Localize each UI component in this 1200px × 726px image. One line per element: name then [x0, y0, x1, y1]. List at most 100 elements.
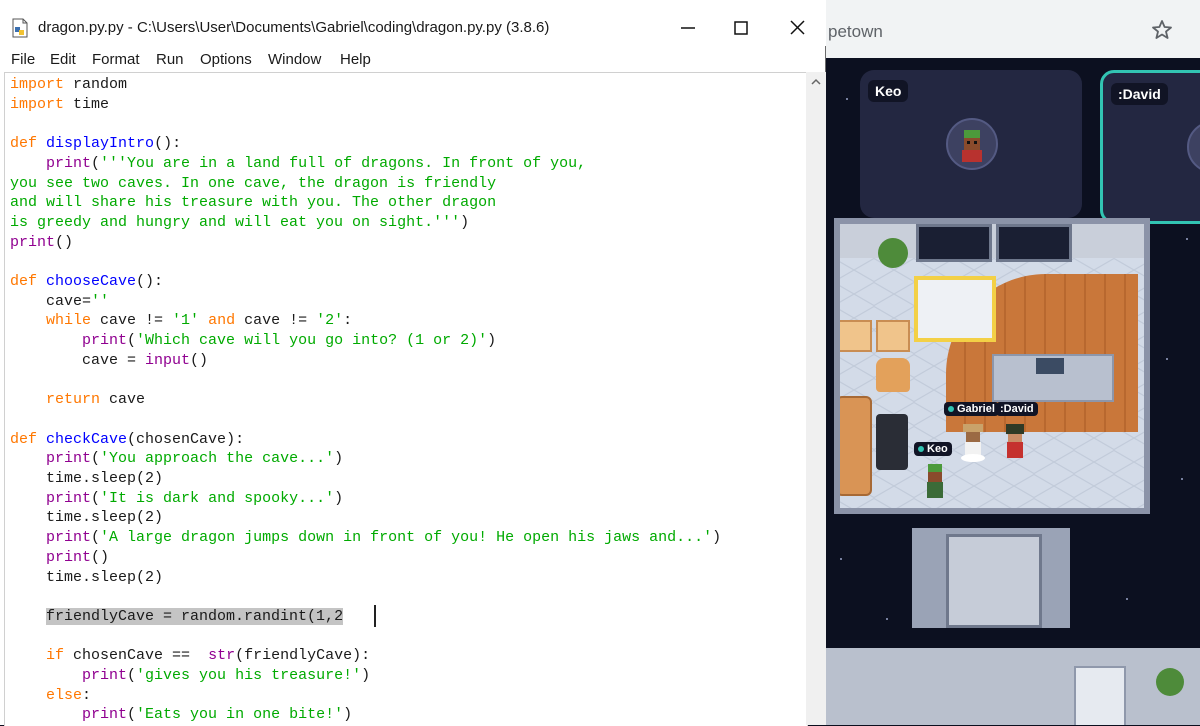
vending-machine[interactable] — [1074, 666, 1126, 725]
avatar — [946, 118, 998, 170]
code-line: if chosenCave == str(friendlyCave): — [10, 646, 370, 666]
player-sprite-david[interactable] — [1002, 422, 1028, 462]
code-line: import time — [10, 95, 109, 115]
code-token: you see two caves. In one cave, the drag… — [10, 174, 497, 192]
code-token: displayIntro — [46, 135, 155, 153]
bookmark-star-icon[interactable] — [1150, 18, 1174, 42]
game-viewport[interactable]: Keo :David Gabriel :David Keo — [826, 58, 1200, 725]
code-line: print('Eats you in one bite!') — [10, 705, 352, 725]
code-token: 'A large dragon jumps down in front of y… — [100, 529, 713, 547]
code-token: 'Which cave will you go into? (1 or 2)' — [136, 332, 488, 350]
player-name-tag: Gabriel — [944, 402, 999, 416]
video-tile-keo[interactable]: Keo — [860, 70, 1082, 218]
code-token: ( — [91, 529, 101, 547]
video-tile-name: :David — [1111, 83, 1168, 105]
code-token: '2' — [316, 312, 344, 330]
code-token: chooseCave — [46, 273, 137, 290]
menu-run[interactable]: Run — [156, 51, 184, 68]
code-line: and will share his treasure with you. Th… — [10, 193, 496, 213]
maximize-icon[interactable] — [716, 12, 766, 44]
code-token: (): — [154, 135, 182, 153]
code-token: print — [46, 154, 92, 172]
menu-options[interactable]: Options — [200, 51, 252, 68]
video-tile-name: Keo — [868, 80, 909, 102]
code-token: ( — [127, 332, 137, 350]
code-token: def — [10, 135, 38, 153]
code-line: print() — [10, 548, 109, 568]
code-line: while cave != '1' and cave != '2': — [10, 311, 352, 331]
code-token: print — [46, 450, 92, 468]
code-token: ) — [334, 450, 344, 468]
code-token: () — [91, 548, 110, 566]
selected-code-token: friendlyCave = random.randint(1,2 — [46, 607, 344, 625]
close-icon[interactable] — [772, 12, 822, 44]
code-token: def — [10, 273, 38, 290]
code-token: checkCave — [46, 430, 128, 448]
code-token: (): — [136, 273, 164, 290]
code-line: you see two caves. In one cave, the drag… — [10, 174, 496, 194]
code-token: 'It is dark and spooky...' — [100, 489, 335, 507]
code-token: import — [10, 76, 65, 93]
code-token: (chosenCave): — [127, 430, 245, 448]
player-name: Gabriel — [957, 403, 995, 415]
menu-format[interactable]: Format — [92, 51, 140, 68]
code-line: friendlyCave = random.randint(1,2 — [10, 607, 344, 627]
code-line: print('Which cave will you go into? (1 o… — [10, 331, 496, 351]
code-line: cave = input() — [10, 351, 208, 371]
code-line: print('''You are in a land full of drago… — [10, 154, 586, 174]
code-token: else — [46, 686, 83, 704]
room-outline — [834, 218, 1150, 514]
code-token: ) — [487, 332, 497, 350]
code-line: def checkCave(chosenCave): — [10, 430, 244, 450]
code-token: time.sleep(2) — [10, 470, 164, 487]
minimize-icon[interactable] — [663, 12, 713, 44]
code-line: else: — [10, 686, 91, 706]
code-token: print — [82, 667, 128, 684]
code-token: ( — [127, 667, 137, 684]
player-sprite-gabriel[interactable] — [960, 422, 986, 462]
code-line: print() — [10, 233, 73, 253]
code-token: cave= — [10, 292, 92, 310]
code-line: def chooseCave(): — [10, 272, 163, 292]
code-token: print — [82, 332, 128, 350]
menu-edit[interactable]: Edit — [50, 51, 76, 68]
code-token: 'gives you his treasure!' — [136, 667, 362, 684]
player-name-tag: Keo — [914, 442, 952, 456]
code-token: time.sleep(2) — [10, 568, 164, 586]
code-line: print('It is dark and spooky...') — [10, 489, 343, 509]
address-bar-text[interactable]: petown — [828, 22, 883, 42]
code-token: and will share his treasure with you. Th… — [10, 194, 497, 212]
video-tile-david[interactable]: :David — [1100, 70, 1200, 224]
code-line: is greedy and hungry and will eat you on… — [10, 213, 469, 233]
code-line: time.sleep(2) — [10, 508, 163, 528]
code-token: random — [64, 76, 128, 93]
title-bar[interactable]: dragon.py.py - C:\Users\User\Documents\G… — [0, 0, 826, 46]
vertical-scrollbar[interactable] — [806, 72, 826, 725]
player-sprite-keo[interactable] — [922, 462, 948, 502]
code-token: if — [46, 647, 65, 665]
code-token: cave = — [10, 351, 146, 369]
code-token: () — [55, 233, 74, 251]
menu-help[interactable]: Help — [340, 51, 371, 68]
code-line: cave='' — [10, 292, 109, 312]
elevator-door[interactable] — [946, 534, 1042, 628]
menu-file[interactable]: File — [11, 51, 35, 68]
code-token: while — [46, 312, 92, 330]
code-token: print — [46, 489, 92, 507]
scroll-up-arrow-icon[interactable] — [806, 72, 826, 92]
code-token: ( — [127, 706, 137, 724]
menu-window[interactable]: Window — [268, 51, 321, 68]
code-token: '''You are in a land full of dragons. In… — [100, 154, 587, 172]
